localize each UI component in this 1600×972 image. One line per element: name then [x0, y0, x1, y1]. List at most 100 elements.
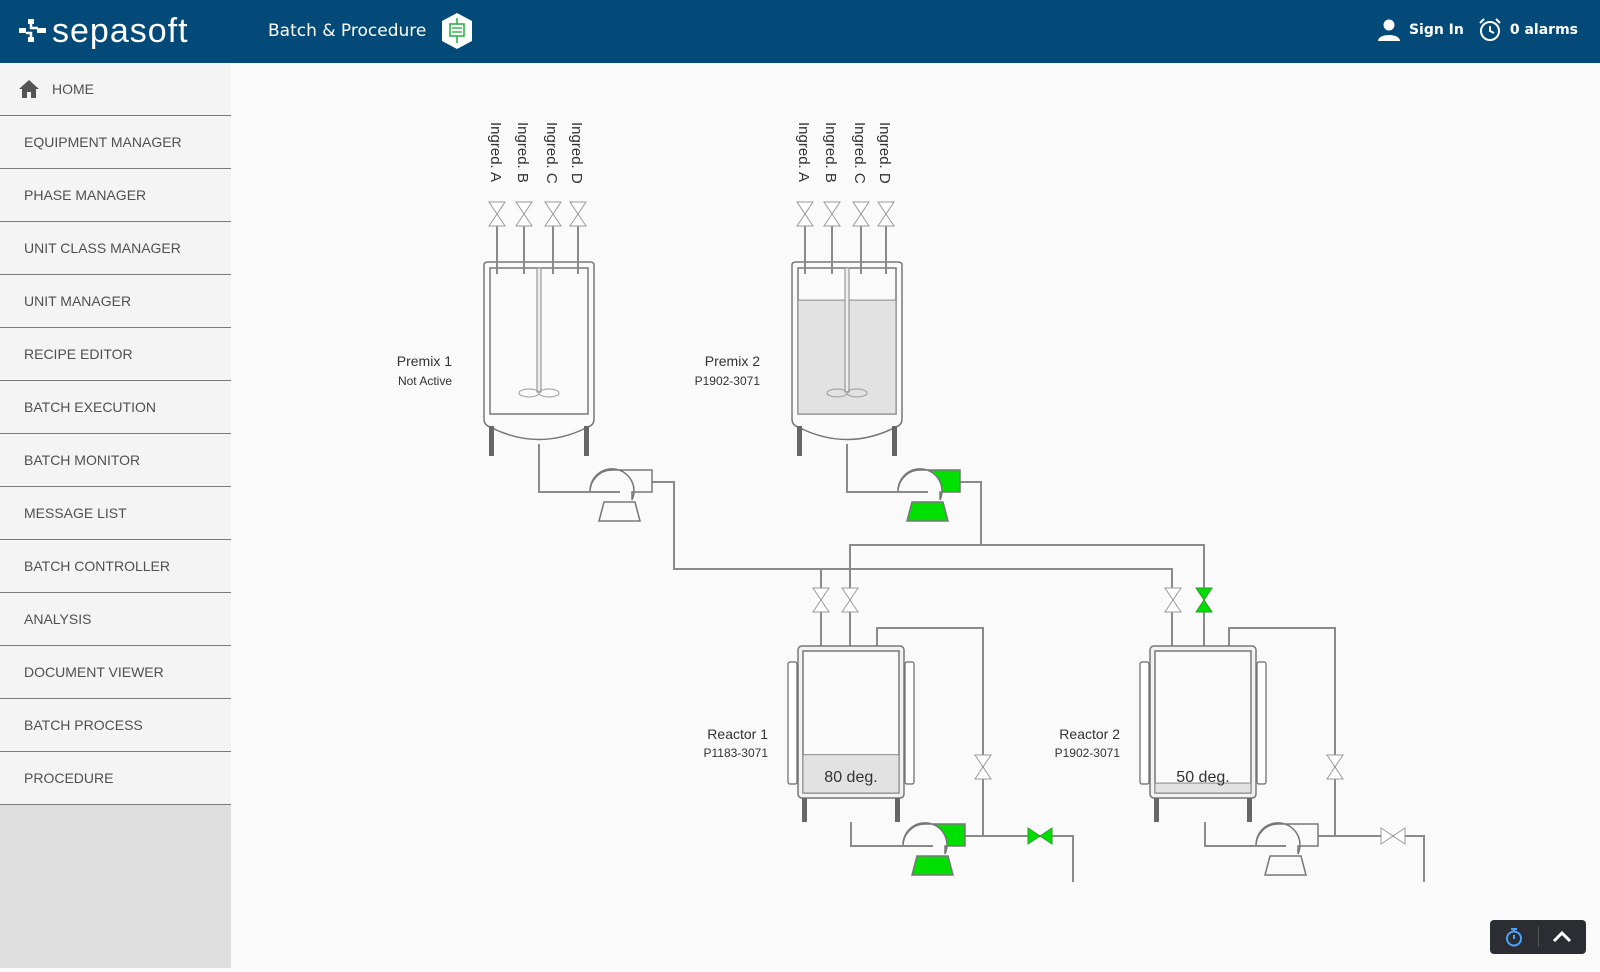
reactor-1-inlet-valve-b[interactable] — [841, 587, 859, 613]
collapse-button[interactable] — [1538, 920, 1586, 954]
reactor-temperature: 80 deg. — [824, 769, 877, 786]
sidebar-item-message-list[interactable]: MESSAGE LIST — [0, 487, 231, 540]
ingredient-label: Ingred. D — [876, 122, 893, 184]
user-icon — [1377, 19, 1400, 41]
timer-button[interactable] — [1490, 920, 1538, 954]
sidebar-item-label: BATCH MONITOR — [24, 452, 141, 468]
ingredient-valve[interactable] — [569, 201, 587, 227]
alarms-button[interactable]: 0 alarms — [1478, 18, 1578, 42]
sidebar-item-label: BATCH CONTROLLER — [24, 558, 170, 574]
sidebar-item-label: RECIPE EDITOR — [24, 346, 133, 362]
valve-bottom — [1326, 766, 1344, 780]
valve-right — [1392, 827, 1406, 845]
reactor-name: Reactor 2 — [1059, 726, 1120, 742]
Reactor 1[interactable] — [787, 645, 915, 822]
pipe — [849, 481, 982, 590]
ingredient-valve[interactable] — [796, 201, 814, 227]
reactor-1-outlet-valve[interactable] — [1027, 827, 1053, 845]
valve-bottom — [852, 213, 870, 227]
valve-top — [569, 201, 587, 215]
sidebar-item-label: BATCH PROCESS — [24, 717, 143, 733]
valve-bottom — [544, 213, 562, 227]
tank-leg — [489, 426, 494, 456]
sidebar-item-procedure[interactable]: PROCEDURE — [0, 752, 231, 805]
reactor-leg — [1247, 798, 1252, 822]
valve-top — [488, 201, 506, 215]
reactor-status: P1183-3071 — [704, 746, 769, 760]
pipe — [981, 544, 1205, 590]
sidebar-item-equipment-manager[interactable]: EQUIPMENT MANAGER — [0, 116, 231, 169]
chevron-up-icon — [1553, 930, 1572, 943]
reactor-2-recirc-valve[interactable] — [1326, 754, 1344, 780]
pump-premix-1[interactable] — [582, 468, 653, 522]
reactor-leg — [895, 798, 900, 822]
valve-top — [1164, 587, 1182, 601]
sepasoft-logo[interactable]: sepasoft — [18, 14, 189, 48]
ingredient-label: Ingred. C — [851, 122, 868, 184]
sidebar-item-unit-manager[interactable]: UNIT MANAGER — [0, 275, 231, 328]
sidebar-item-home[interactable]: HOME — [0, 63, 231, 116]
sidebar-item-label: EQUIPMENT MANAGER — [24, 134, 182, 150]
sidebar-item-label: PROCEDURE — [24, 770, 114, 786]
reactor-1-inlet-valve-a[interactable] — [812, 587, 830, 613]
Premix 2[interactable] — [791, 261, 903, 456]
reactor-2-inlet-valve-b[interactable] — [1195, 587, 1213, 613]
valve-bottom — [796, 213, 814, 227]
ingredient-valve[interactable] — [877, 201, 895, 227]
valve-top — [544, 201, 562, 215]
reactor-jacket — [1256, 661, 1267, 785]
sidebar-item-recipe-editor[interactable]: RECIPE EDITOR — [0, 328, 231, 381]
reactor-jacket — [1139, 661, 1150, 785]
pipe — [642, 481, 1173, 590]
sidebar-item-document-viewer[interactable]: DOCUMENT VIEWER — [0, 646, 231, 699]
alarms-label: 0 alarms — [1509, 22, 1578, 38]
valve-top — [852, 201, 870, 215]
reactor-1-recirc-valve[interactable] — [974, 754, 992, 780]
pump-reactor-1[interactable] — [895, 822, 966, 876]
reactor-2-inlet-valve-a[interactable] — [1164, 587, 1182, 613]
ingredient-valve[interactable] — [488, 201, 506, 227]
sidebar-item-unit-class-manager[interactable]: UNIT CLASS MANAGER — [0, 222, 231, 275]
valve-top — [515, 201, 533, 215]
valve-top — [796, 201, 814, 215]
sidebar-item-batch-monitor[interactable]: BATCH MONITOR — [0, 434, 231, 487]
ingredient-valve[interactable] — [823, 201, 841, 227]
ingredient-label: Ingred. C — [543, 122, 560, 184]
valve-left — [1027, 827, 1041, 845]
pump-base — [906, 501, 949, 522]
tank-name: Premix 1 — [397, 353, 452, 369]
pump-premix-2[interactable] — [890, 468, 961, 522]
sidebar-item-label: DOCUMENT VIEWER — [24, 664, 164, 680]
ingredient-label: Ingred. A — [795, 122, 812, 182]
sidebar-nav: HOME EQUIPMENT MANAGER PHASE MANAGER UNI… — [0, 63, 231, 968]
valve-bottom — [877, 213, 895, 227]
reactor-leg — [802, 798, 807, 822]
sidebar-item-label: HOME — [52, 81, 94, 97]
ingredient-label: Ingred. D — [568, 122, 585, 184]
sidebar-item-phase-manager[interactable]: PHASE MANAGER — [0, 169, 231, 222]
sidebar-item-batch-execution[interactable]: BATCH EXECUTION — [0, 381, 231, 434]
sidebar-item-batch-controller[interactable]: BATCH CONTROLLER — [0, 540, 231, 593]
pipe — [850, 822, 902, 847]
ingredient-valve[interactable] — [544, 201, 562, 227]
process-diagram-view: Ingred. A Ingred. B Ingred. C Ingred. D Prem… — [231, 63, 1600, 968]
Premix 1[interactable] — [483, 261, 595, 456]
alarm-clock-icon — [1479, 18, 1501, 41]
reactor-status: P1902-3071 — [1055, 746, 1121, 760]
reactor-2-outlet-valve[interactable] — [1380, 827, 1406, 845]
sign-in-button[interactable]: Sign In — [1377, 18, 1464, 42]
tank-leg — [892, 426, 897, 456]
pipe — [955, 835, 1074, 882]
sidebar-item-analysis[interactable]: ANALYSIS — [0, 593, 231, 646]
pump-body — [589, 468, 653, 501]
Reactor 2[interactable] — [1139, 645, 1267, 822]
ingredient-valve[interactable] — [515, 201, 533, 227]
reactor-jacket — [904, 661, 915, 785]
pump-reactor-2[interactable] — [1248, 822, 1319, 876]
product-title: Batch & Procedure — [268, 21, 427, 41]
ingredient-label: Ingred. B — [514, 122, 531, 183]
process-diagram: Ingred. A Ingred. B Ingred. C Ingred. D Prem… — [397, 122, 1425, 882]
valve-bottom — [515, 213, 533, 227]
sidebar-item-batch-process[interactable]: BATCH PROCESS — [0, 699, 231, 752]
ingredient-valve[interactable] — [852, 201, 870, 227]
